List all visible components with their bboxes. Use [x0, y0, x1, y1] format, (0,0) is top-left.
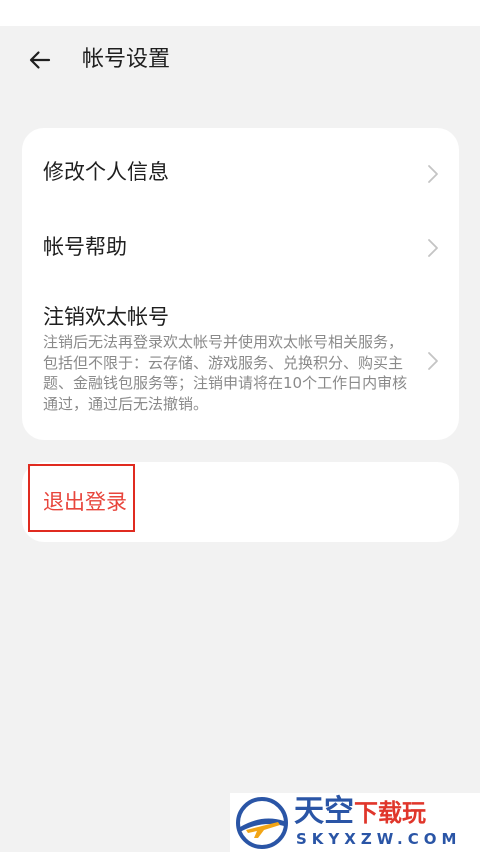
settings-card: 修改个人信息 帐号帮助 注销欢太帐号 注销后无法再登录欢太帐号并使用欢太帐号相关…: [22, 128, 459, 440]
account-help-label: 帐号帮助: [43, 235, 127, 259]
arrow-left-icon: [29, 51, 51, 69]
deactivate-account-label: 注销欢太帐号: [43, 305, 169, 329]
chevron-right-icon: [428, 352, 438, 370]
back-button[interactable]: [22, 42, 58, 78]
watermark-name: 天空下载玩: [294, 795, 426, 830]
chevron-right-icon: [428, 239, 438, 257]
airplane-logo-icon: [236, 797, 288, 849]
highlight-annotation-box: [28, 464, 135, 532]
chevron-right-icon: [428, 165, 438, 183]
edit-profile-label: 修改个人信息: [43, 160, 169, 184]
header-bar: 帐号设置: [0, 26, 480, 94]
watermark-name-sub: 下载玩: [354, 799, 426, 827]
watermark-name-main: 天空: [294, 794, 354, 829]
edit-profile-item[interactable]: 修改个人信息: [22, 128, 459, 216]
deactivate-account-item[interactable]: 注销欢太帐号 注销后无法再登录欢太帐号并使用欢太帐号相关服务，包括但不限于：云存…: [22, 288, 459, 440]
top-strip: [0, 0, 480, 26]
site-watermark: 天空下载玩 SKYXZW.COM: [230, 793, 480, 852]
account-help-item[interactable]: 帐号帮助: [22, 216, 459, 288]
deactivate-account-description: 注销后无法再登录欢太帐号并使用欢太帐号相关服务，包括但不限于：云存储、游戏服务、…: [43, 333, 408, 413]
watermark-domain: SKYXZW.COM: [296, 830, 462, 848]
page-title: 帐号设置: [82, 47, 171, 72]
